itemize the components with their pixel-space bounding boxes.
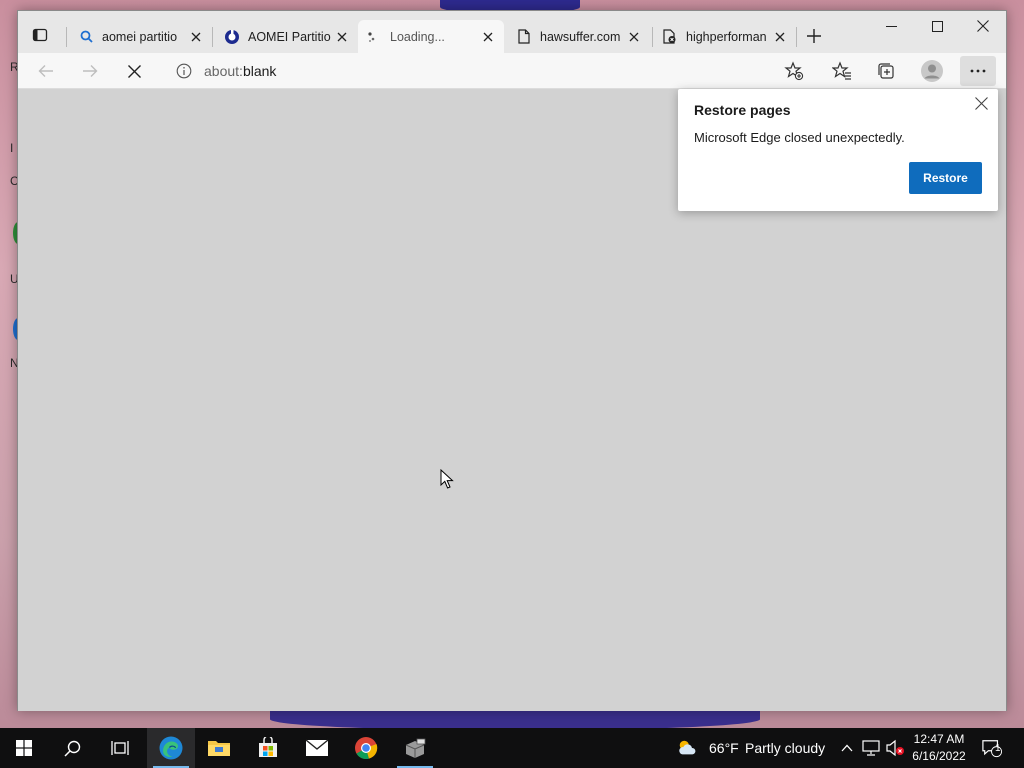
tab-actions-button[interactable] bbox=[26, 22, 54, 48]
url-path: blank bbox=[242, 63, 277, 79]
tab-aomei-partition[interactable]: AOMEI Partitio bbox=[216, 20, 358, 53]
restore-pages-dialog: Restore pages Microsoft Edge closed unex… bbox=[678, 89, 998, 211]
network-button[interactable] bbox=[861, 738, 881, 758]
browser-toolbar: about:blank bbox=[18, 53, 1006, 89]
weather-temperature[interactable]: 66°F bbox=[709, 728, 739, 768]
collections-button[interactable] bbox=[868, 56, 904, 86]
close-tab-icon[interactable] bbox=[626, 29, 642, 45]
info-icon bbox=[176, 63, 192, 79]
task-view-button[interactable] bbox=[96, 728, 144, 768]
tab-label: aomei partitio bbox=[102, 29, 178, 44]
tab-loading[interactable]: Loading... bbox=[358, 20, 504, 53]
app-taskbar-button[interactable] bbox=[391, 728, 439, 768]
weather-condition[interactable]: Partly cloudy bbox=[745, 728, 825, 768]
weather-icon[interactable] bbox=[677, 738, 697, 758]
maximize-icon bbox=[931, 20, 943, 32]
favorites-button[interactable] bbox=[824, 56, 860, 86]
aomei-logo-icon bbox=[224, 29, 240, 45]
page-icon bbox=[516, 29, 532, 45]
windows-logo-icon bbox=[16, 740, 32, 756]
plus-icon bbox=[807, 29, 821, 43]
mail-button[interactable] bbox=[293, 728, 341, 768]
add-favorite-button[interactable] bbox=[776, 56, 812, 86]
tab-actions-icon bbox=[32, 28, 48, 42]
chrome-icon bbox=[355, 737, 378, 760]
mail-icon bbox=[305, 739, 329, 756]
chevron-up-icon bbox=[841, 744, 853, 752]
star-add-icon bbox=[784, 61, 804, 81]
file-explorer-button[interactable] bbox=[195, 728, 243, 768]
clock-date: 6/16/2022 bbox=[912, 749, 966, 763]
close-tab-icon[interactable] bbox=[480, 29, 496, 45]
tab-aomei-search[interactable]: aomei partitio bbox=[70, 20, 212, 53]
title-bar: aomei partitio AOMEI Partitio Loading... bbox=[18, 11, 1006, 53]
dialog-title: Restore pages bbox=[694, 102, 791, 118]
tab-hawsuffer[interactable]: hawsuffer.com bbox=[508, 20, 650, 53]
tab-label: Loading... bbox=[390, 29, 445, 44]
mouse-cursor-icon bbox=[440, 469, 454, 489]
edge-taskbar-button[interactable] bbox=[147, 728, 195, 768]
forward-button[interactable] bbox=[74, 57, 106, 85]
arrow-right-icon bbox=[83, 65, 98, 77]
dialog-message: Microsoft Edge closed unexpectedly. bbox=[694, 130, 905, 145]
task-view-icon bbox=[111, 741, 129, 755]
profile-button[interactable] bbox=[914, 56, 950, 86]
search-icon bbox=[78, 29, 94, 45]
new-tab-button[interactable] bbox=[802, 24, 826, 48]
tab-highperformance[interactable]: highperforman bbox=[654, 20, 796, 53]
desktop-icon-label: I bbox=[10, 141, 14, 155]
url-scheme: about: bbox=[204, 63, 243, 79]
tab-label: highperforman bbox=[686, 29, 767, 44]
close-tab-icon[interactable] bbox=[334, 29, 350, 45]
tab-separator bbox=[796, 27, 797, 47]
loading-spinner-icon bbox=[366, 29, 382, 45]
favorites-icon bbox=[832, 61, 851, 80]
start-button[interactable] bbox=[0, 728, 48, 768]
search-button[interactable] bbox=[48, 728, 96, 768]
taskbar: 66°F Partly cloudy 12:47 AM 6/16/2022 1 bbox=[0, 728, 1024, 768]
store-button[interactable] bbox=[244, 728, 292, 768]
tab-separator bbox=[652, 27, 653, 47]
page-error-icon bbox=[662, 29, 678, 45]
tab-separator bbox=[66, 27, 67, 47]
store-icon bbox=[259, 737, 277, 757]
minimize-icon bbox=[885, 25, 897, 27]
tab-separator bbox=[212, 27, 213, 47]
collections-icon bbox=[878, 63, 894, 79]
network-icon bbox=[862, 740, 880, 756]
close-icon bbox=[974, 96, 988, 110]
address-bar[interactable]: about:blank bbox=[162, 56, 816, 86]
folder-icon bbox=[208, 741, 230, 756]
tab-label: AOMEI Partitio bbox=[248, 29, 331, 44]
back-button[interactable] bbox=[30, 57, 62, 85]
chrome-button[interactable] bbox=[342, 728, 390, 768]
clock-time: 12:47 AM bbox=[913, 732, 965, 746]
app-box-icon bbox=[405, 738, 426, 758]
volume-button[interactable] bbox=[885, 738, 905, 758]
system-clock[interactable]: 12:47 AM 6/16/2022 bbox=[906, 731, 972, 765]
close-icon bbox=[127, 64, 141, 78]
arrow-left-icon bbox=[38, 65, 53, 77]
maximize-button[interactable] bbox=[914, 11, 960, 41]
minimize-button[interactable] bbox=[868, 11, 914, 41]
url-text: about:blank bbox=[204, 63, 276, 79]
dialog-close-button[interactable] bbox=[972, 94, 990, 112]
close-tab-icon[interactable] bbox=[772, 29, 788, 45]
stop-loading-button[interactable] bbox=[118, 57, 150, 85]
show-hidden-icons-button[interactable] bbox=[837, 738, 857, 758]
restore-button[interactable]: Restore bbox=[909, 162, 982, 194]
more-horizontal-icon bbox=[970, 69, 986, 73]
notification-count-badge: 1 bbox=[995, 743, 1001, 754]
volume-muted-icon bbox=[886, 739, 904, 757]
settings-and-more-button[interactable] bbox=[960, 56, 996, 86]
tab-label: hawsuffer.com bbox=[540, 29, 621, 44]
close-icon bbox=[977, 20, 989, 32]
edge-icon bbox=[159, 736, 183, 760]
close-tab-icon[interactable] bbox=[188, 29, 204, 45]
avatar-icon bbox=[921, 60, 943, 82]
close-window-button[interactable] bbox=[960, 11, 1006, 41]
search-icon bbox=[63, 740, 80, 757]
